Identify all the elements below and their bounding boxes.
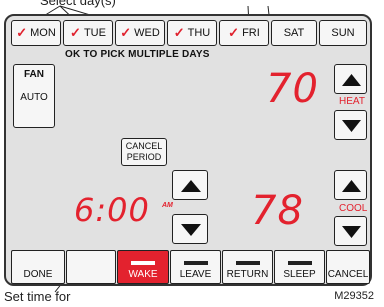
callout-bottom: Set time for xyxy=(4,289,71,304)
time-display: 6:00 xyxy=(74,191,150,229)
leave-period-button[interactable]: LEAVE xyxy=(170,250,221,284)
heat-down-button[interactable] xyxy=(334,110,367,140)
cancel-label: CANCEL xyxy=(327,269,369,280)
leave-label: LEAVE xyxy=(179,269,212,280)
period-bar xyxy=(131,261,155,265)
cancel-period-label: CANCEL PERIOD xyxy=(125,141,163,162)
day-label: SUN xyxy=(331,27,355,39)
day-label: WED xyxy=(134,27,160,39)
period-bar xyxy=(287,261,312,265)
day-label: SAT xyxy=(283,27,305,39)
day-label: TUE xyxy=(83,27,106,39)
day-thu-button[interactable]: ✓ THU xyxy=(167,20,217,46)
cancel-period-button[interactable]: CANCEL PERIOD xyxy=(121,138,167,166)
wake-label: WAKE xyxy=(128,269,158,280)
down-arrow-icon xyxy=(181,224,201,236)
check-icon: ✓ xyxy=(70,25,81,40)
callout-top: Select day(s) xyxy=(40,0,116,8)
done-label: DONE xyxy=(23,269,53,280)
cool-up-button[interactable] xyxy=(334,170,367,200)
return-period-button[interactable]: RETURN xyxy=(222,250,273,284)
down-arrow-icon xyxy=(342,120,361,132)
day-fri-button[interactable]: ✓ FRI xyxy=(219,20,269,46)
day-label: MON xyxy=(30,27,56,39)
heat-setpoint-display: 70 xyxy=(266,66,319,112)
up-arrow-icon xyxy=(342,180,361,192)
time-up-button[interactable] xyxy=(172,170,208,200)
wake-period-button[interactable]: WAKE xyxy=(117,250,169,284)
period-bar xyxy=(235,261,260,265)
fan-mode-button[interactable]: FAN AUTO xyxy=(13,64,55,128)
check-icon: ✓ xyxy=(16,25,28,40)
day-wed-button[interactable]: ✓ WED xyxy=(115,20,165,46)
multi-day-message: OK TO PICK MULTIPLE DAYS xyxy=(65,49,210,60)
cool-label: COOL xyxy=(339,203,368,214)
heat-label: HEAT xyxy=(339,96,365,107)
heat-up-button[interactable] xyxy=(334,64,367,94)
time-ampm: AM xyxy=(162,202,173,209)
check-icon: ✓ xyxy=(120,25,132,40)
figure-code: M29352 xyxy=(334,290,374,302)
blank-button[interactable] xyxy=(66,250,116,284)
day-tue-button[interactable]: ✓ TUE xyxy=(63,20,113,46)
day-sun-button[interactable]: SUN xyxy=(319,20,367,46)
up-arrow-icon xyxy=(342,74,361,86)
cool-setpoint-display: 78 xyxy=(251,188,304,234)
check-icon: ✓ xyxy=(173,25,185,40)
check-icon: ✓ xyxy=(228,25,240,40)
day-label: THU xyxy=(187,27,211,39)
done-button[interactable]: DONE xyxy=(11,250,65,284)
period-bar xyxy=(183,261,208,265)
day-mon-button[interactable]: ✓ MON xyxy=(11,20,61,46)
fan-label: FAN xyxy=(24,69,44,80)
down-arrow-icon xyxy=(342,226,361,238)
day-label: FRI xyxy=(242,27,260,39)
sleep-period-button[interactable]: SLEEP xyxy=(274,250,325,284)
fan-mode-value: AUTO xyxy=(20,92,48,103)
cancel-button[interactable]: CANCEL xyxy=(326,250,370,284)
up-arrow-icon xyxy=(181,180,201,192)
sleep-label: SLEEP xyxy=(283,269,316,280)
return-label: RETURN xyxy=(226,269,269,280)
time-down-button[interactable] xyxy=(172,214,208,244)
day-sat-button[interactable]: SAT xyxy=(271,20,317,46)
thermostat-screen: ✓ MON ✓ TUE ✓ WED ✓ THU ✓ FRI SAT SUN OK… xyxy=(4,14,372,286)
cool-down-button[interactable] xyxy=(334,216,367,246)
